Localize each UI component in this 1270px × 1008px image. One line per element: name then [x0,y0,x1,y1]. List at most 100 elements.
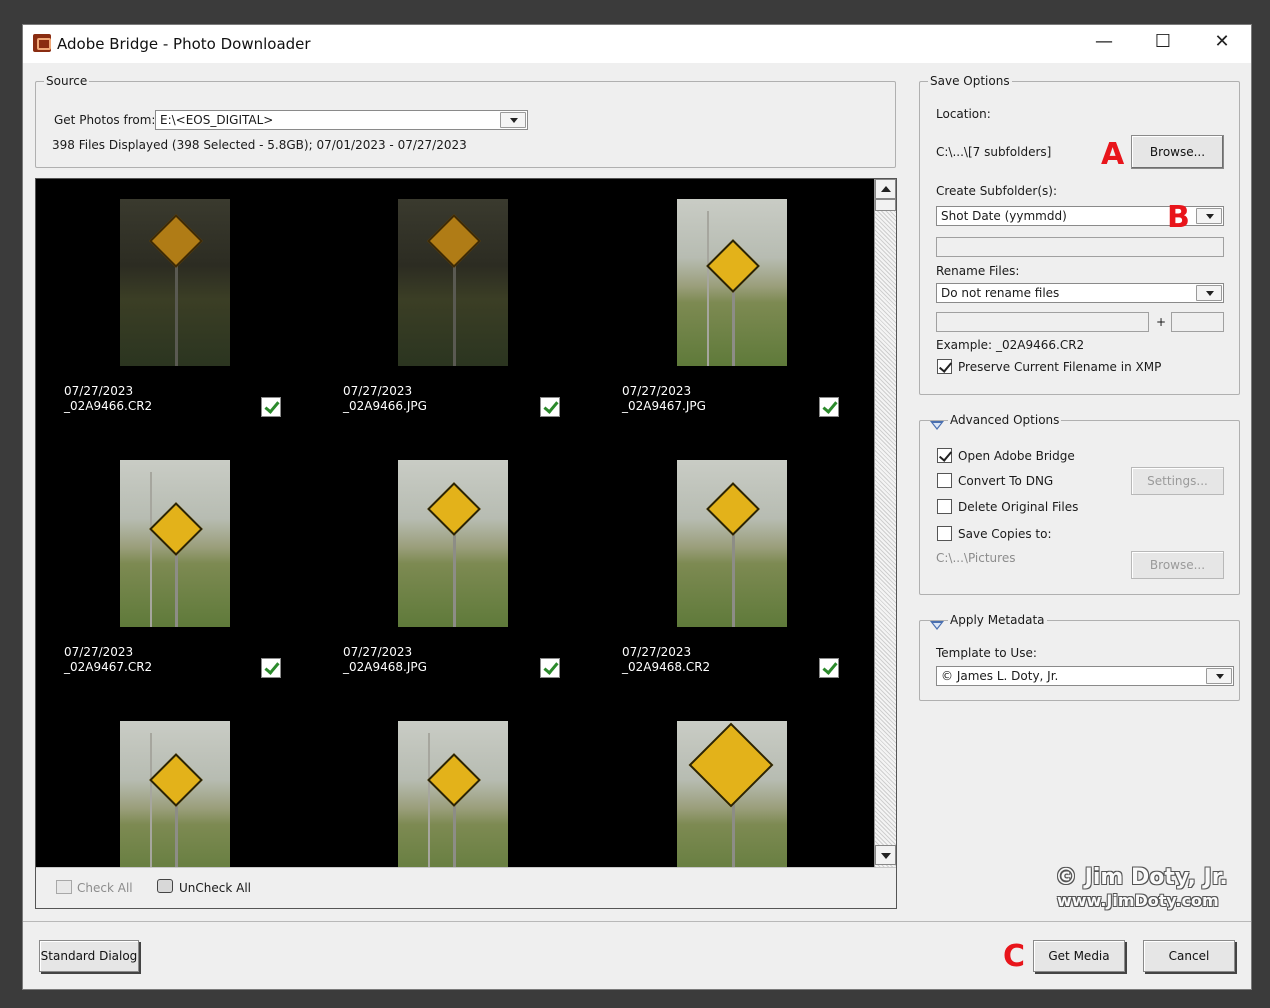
watermark-line-2: www.JimDoty.com [1057,891,1219,910]
thumbnail-checkbox[interactable] [819,658,839,678]
apply-metadata-group-label: Apply Metadata [948,613,1047,627]
location-browse-button[interactable]: Browse... [1131,135,1224,169]
caution-sign [149,753,203,807]
thumbnail-date: 07/27/2023 [343,384,413,398]
title-bar: Adobe Bridge - Photo Downloader — ☐ ✕ [23,25,1251,63]
grid-scrollbar[interactable] [874,179,896,867]
thumbnail-date: 07/27/2023 [64,384,134,398]
advanced-options-group-label: Advanced Options [948,413,1062,427]
preserve-filename-label: Preserve Current Filename in XMP [958,360,1162,374]
thumbnail-filename: _02A9468.CR2 [622,660,711,674]
thumbnail-image[interactable] [677,460,787,627]
utility-pole [428,733,430,867]
caution-sign [427,214,481,268]
grid-toolbar: Check All UnCheck All [36,867,896,908]
thumbnail-checkbox[interactable] [261,658,281,678]
collapse-triangle-icon[interactable] [930,421,944,430]
caution-sign [427,753,481,807]
files-summary: 398 Files Displayed (398 Selected - 5.8G… [52,138,467,152]
rename-files-label: Rename Files: [936,264,1020,278]
minimize-button[interactable]: — [1075,25,1133,61]
thumbnail-checkbox[interactable] [261,397,281,417]
dropdown-arrow-icon[interactable] [1196,285,1222,301]
close-button[interactable]: ✕ [1193,25,1251,61]
annotation-c: C [1003,939,1026,974]
thumbnail-image[interactable] [398,199,508,366]
dng-settings-button[interactable]: Settings... [1131,467,1224,495]
source-group: Source Get Photos from: E:\<EOS_DIGITAL>… [35,74,896,168]
thumbnail-image[interactable] [120,460,230,627]
thumbnail-image[interactable] [120,199,230,366]
get-photos-dropdown[interactable]: E:\<EOS_DIGITAL> [155,110,528,130]
rename-files-dropdown[interactable]: Do not rename files [936,283,1224,303]
template-label: Template to Use: [936,646,1037,660]
footer-separator [23,921,1251,922]
get-media-button[interactable]: Get Media [1033,940,1125,972]
check-all-button[interactable]: Check All [77,881,133,895]
save-copies-browse-button[interactable]: Browse... [1131,551,1224,579]
annotation-b: B [1167,200,1190,235]
thumbnail-image[interactable] [398,721,508,867]
thumbnail-caption: 07/27/2023 _02A9466.CR2 [64,384,152,414]
standard-dialog-button[interactable]: Standard Dialog [39,940,139,972]
collapse-triangle-icon[interactable] [930,621,944,630]
thumbnail-image[interactable] [677,199,787,366]
scroll-up-icon[interactable] [875,179,896,199]
thumbnail-date: 07/27/2023 [622,645,692,659]
thumbnail-grid[interactable]: 07/27/2023 _02A9466.CR2 07/27/2023 _02A9… [36,179,874,867]
location-label: Location: [936,107,991,121]
thumbnail-caption: 07/27/2023 _02A9468.CR2 [622,645,710,675]
uncheck-all-icon [157,879,173,893]
preserve-filename-checkbox[interactable] [937,359,952,374]
app-icon [33,34,51,52]
thumbnail-image[interactable] [398,460,508,627]
utility-pole [150,472,152,627]
thumbnail-image[interactable] [120,721,230,867]
annotation-a: A [1101,137,1125,172]
thumbnail-filename: _02A9466.JPG [343,399,427,413]
advanced-options-group: Advanced Options Open Adobe Bridge Conve… [919,413,1240,595]
cancel-button[interactable]: Cancel [1143,940,1235,972]
custom-subfolder-field[interactable] [936,237,1224,257]
photo-downloader-window: Adobe Bridge - Photo Downloader — ☐ ✕ So… [22,24,1252,990]
open-bridge-checkbox[interactable] [937,448,952,463]
save-copies-checkbox[interactable] [937,526,952,541]
location-value: C:\...\[7 subfolders] [936,145,1052,159]
utility-pole [707,211,709,366]
thumbnail-caption: 07/27/2023 _02A9467.JPG [622,384,706,414]
open-bridge-label: Open Adobe Bridge [958,449,1075,463]
rename-plus-sign: + [1156,315,1167,329]
save-copies-path: C:\...\Pictures [936,551,1016,565]
example-label: Example: [936,338,993,352]
dropdown-arrow-icon[interactable] [1196,208,1222,224]
uncheck-all-button[interactable]: UnCheck All [179,881,251,895]
save-options-group-label: Save Options [928,74,1012,88]
rename-files-value: Do not rename files [941,286,1060,300]
thumbnail-checkbox[interactable] [540,658,560,678]
delete-originals-checkbox[interactable] [937,499,952,514]
template-dropdown[interactable]: © James L. Doty, Jr. [936,666,1234,686]
caution-sign [688,722,774,808]
create-subfolders-value: Shot Date (yymmdd) [941,209,1067,223]
rename-text-field[interactable] [936,312,1149,332]
check-all-icon [56,880,72,894]
source-group-label: Source [44,74,90,88]
dropdown-arrow-icon[interactable] [500,112,526,128]
rename-sequence-field[interactable] [1171,312,1224,332]
thumbnail-checkbox[interactable] [819,397,839,417]
scroll-down-icon[interactable] [875,845,896,865]
dropdown-arrow-icon[interactable] [1206,668,1232,684]
maximize-button[interactable]: ☐ [1134,25,1192,61]
thumbnail-checkbox[interactable] [540,397,560,417]
thumbnail-image[interactable] [677,721,787,867]
caution-sign [706,482,760,536]
template-value: © James L. Doty, Jr. [941,669,1059,683]
thumbnail-date: 07/27/2023 [343,645,413,659]
scroll-thumb[interactable] [875,199,896,211]
thumbnail-date: 07/27/2023 [64,645,134,659]
convert-dng-checkbox[interactable] [937,473,952,488]
caution-sign [706,239,760,293]
get-photos-label: Get Photos from: [54,113,156,127]
thumbnail-filename: _02A9468.JPG [343,660,427,674]
thumbnail-date: 07/27/2023 [622,384,692,398]
